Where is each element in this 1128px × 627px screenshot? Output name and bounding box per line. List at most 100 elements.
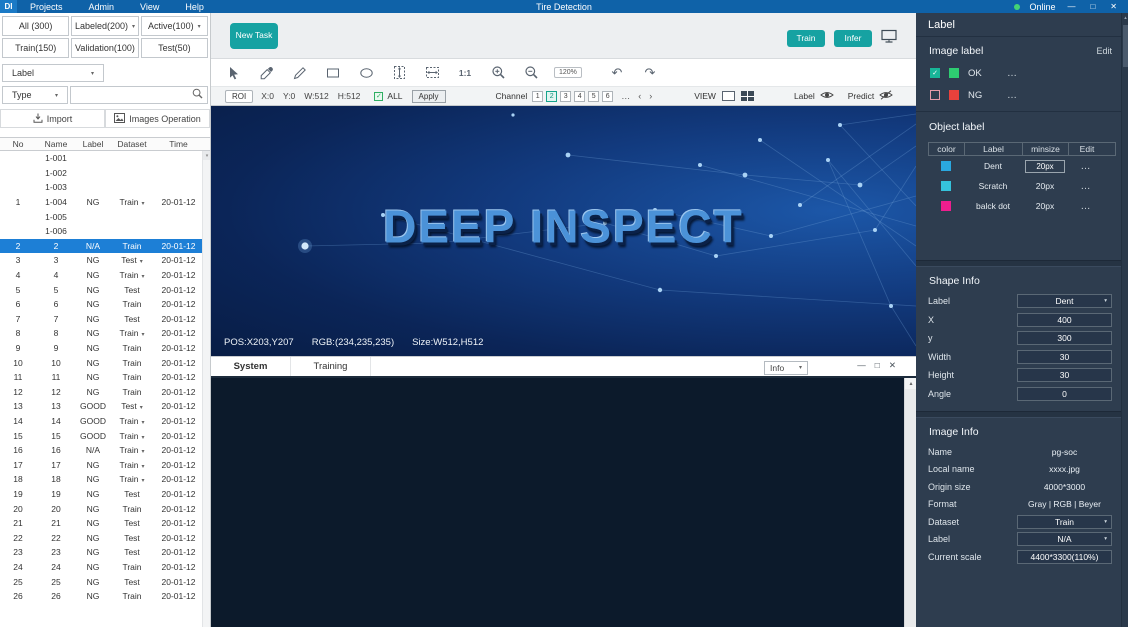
chevron-down-icon[interactable]: ▾	[142, 464, 145, 470]
table-row[interactable]: 1414GOODTrain▾20-01-12	[0, 414, 210, 429]
table-row[interactable]: 2222NGTest20-01-12	[0, 530, 210, 545]
shape-height-input[interactable]: 30	[1017, 368, 1112, 382]
type-filter-dropdown[interactable]: Type ▾	[2, 86, 68, 104]
filter-validation-100[interactable]: Validation(100)	[71, 38, 138, 58]
minsize-input[interactable]: 20px	[1025, 160, 1065, 173]
eyedropper-icon[interactable]	[257, 63, 277, 83]
image-dataset-select[interactable]: Train▾	[1017, 515, 1112, 529]
chevron-down-icon[interactable]: ▾	[140, 405, 143, 411]
table-row[interactable]: 1-002	[0, 166, 210, 181]
scrollbar-thumb[interactable]	[1123, 25, 1128, 67]
monitor-icon[interactable]	[881, 29, 897, 47]
image-label-select[interactable]: N/A▾	[1017, 532, 1112, 546]
chevron-down-icon[interactable]: ▾	[142, 478, 145, 484]
search-input[interactable]	[75, 90, 192, 100]
undo-button[interactable]: ↶	[607, 63, 627, 83]
zoom-level-box[interactable]: 120%	[554, 67, 582, 78]
chevron-down-icon[interactable]: ▾	[142, 435, 145, 441]
table-row[interactable]: 1111NGTrain20-01-12	[0, 370, 210, 385]
table-row[interactable]: 2525NGTest20-01-12	[0, 574, 210, 589]
label-filter-dropdown[interactable]: Label ▾	[2, 64, 104, 82]
panel-minimize-button[interactable]: —	[857, 360, 866, 371]
search-icon[interactable]	[192, 88, 203, 102]
chevron-down-icon[interactable]: ▾	[140, 259, 143, 265]
next-image-button[interactable]: ›	[649, 91, 652, 101]
all-checkbox[interactable]: ✓	[374, 92, 383, 101]
ellipse-tool-icon[interactable]	[356, 63, 376, 83]
table-row[interactable]: 2424NGTrain20-01-12	[0, 560, 210, 575]
tab-system[interactable]: System	[211, 357, 291, 376]
panel-maximize-button[interactable]: □	[875, 360, 880, 371]
image-label-row[interactable]: NG…	[916, 84, 1128, 106]
actual-size-button[interactable]: 1:1	[455, 63, 475, 83]
close-button[interactable]: ✕	[1107, 2, 1120, 11]
table-row[interactable]: 99NGTrain20-01-12	[0, 341, 210, 356]
column-header-name[interactable]: Name	[36, 139, 76, 149]
table-row[interactable]: 1-001	[0, 151, 210, 166]
object-label-row[interactable]: balck dot20px…	[928, 196, 1116, 216]
more-options-button[interactable]: …	[1007, 68, 1018, 79]
table-row[interactable]: 2626NGTrain20-01-12	[0, 589, 210, 604]
menu-help[interactable]: Help	[172, 2, 217, 12]
table-row[interactable]: 1717NGTrain▾20-01-12	[0, 457, 210, 472]
channel-3-button[interactable]: 3	[560, 91, 571, 102]
object-label-row[interactable]: Dent20px…	[928, 156, 1116, 176]
channel-4-button[interactable]: 4	[574, 91, 585, 102]
chevron-down-icon[interactable]: ▾	[142, 420, 145, 426]
column-header-label[interactable]: Label	[76, 139, 110, 149]
image-label-edit-button[interactable]: Edit	[1096, 46, 1112, 56]
train-button[interactable]: Train	[787, 30, 825, 47]
image-canvas[interactable]: DEEP INSPECT POS:X203,Y207 RGB:(234,235,…	[211, 106, 916, 356]
chevron-down-icon[interactable]: ▾	[142, 201, 145, 207]
chevron-up-icon[interactable]: ▴	[1122, 13, 1128, 23]
filter-active-100[interactable]: Active(100)▾	[141, 16, 208, 36]
info-dropdown[interactable]: Info ▾	[764, 361, 808, 375]
table-row[interactable]: 55NGTest20-01-12	[0, 282, 210, 297]
table-row[interactable]: 88NGTrain▾20-01-12	[0, 326, 210, 341]
table-row[interactable]: 44NGTrain▾20-01-12	[0, 268, 210, 283]
channel-6-button[interactable]: 6	[602, 91, 613, 102]
table-row[interactable]: 77NGTest20-01-12	[0, 312, 210, 327]
shape-width-input[interactable]: 30	[1017, 350, 1112, 364]
table-row[interactable]: 1010NGTrain20-01-12	[0, 355, 210, 370]
table-row[interactable]: 1818NGTrain▾20-01-12	[0, 472, 210, 487]
chevron-down-icon[interactable]: ▾	[142, 274, 145, 280]
table-row[interactable]: 1-005	[0, 209, 210, 224]
maximize-button[interactable]: □	[1087, 2, 1098, 11]
table-row[interactable]: 1313GOODTest▾20-01-12	[0, 399, 210, 414]
predict-visibility-toggle[interactable]: Predict	[848, 90, 893, 102]
channel-2-button[interactable]: 2	[546, 91, 557, 102]
table-row[interactable]: 1616N/ATrain▾20-01-12	[0, 443, 210, 458]
chevron-down-icon[interactable]: ▾	[142, 332, 145, 338]
object-label-row[interactable]: Scratch20px…	[928, 176, 1116, 196]
right-panel-scrollbar[interactable]: ▴	[1121, 13, 1128, 627]
prev-image-button[interactable]: ‹	[638, 91, 641, 101]
channel-1-button[interactable]: 1	[532, 91, 543, 102]
fit-height-icon[interactable]	[389, 63, 409, 83]
label-visibility-toggle[interactable]: Label	[794, 90, 834, 102]
tab-training[interactable]: Training	[291, 357, 371, 376]
checkbox-ng[interactable]	[930, 90, 940, 100]
fit-width-icon[interactable]	[422, 63, 442, 83]
table-row[interactable]: 11-004NGTrain▾20-01-12	[0, 195, 210, 210]
table-row[interactable]: 1-006	[0, 224, 210, 239]
more-options-button[interactable]: …	[1081, 181, 1092, 192]
table-row[interactable]: 2020NGTrain20-01-12	[0, 501, 210, 516]
table-scrollbar[interactable]: ▾	[202, 151, 210, 627]
table-row[interactable]: 1515GOODTrain▾20-01-12	[0, 428, 210, 443]
minimize-button[interactable]: —	[1064, 2, 1078, 11]
chevron-down-icon[interactable]: ▾	[203, 151, 210, 160]
console-scrollbar[interactable]: ▴	[904, 378, 916, 627]
table-row[interactable]: 1212NGTrain20-01-12	[0, 385, 210, 400]
import-button[interactable]: Import	[0, 109, 105, 128]
image-current-scale-input[interactable]: 4400*3300(110%)	[1017, 550, 1112, 564]
channel-5-button[interactable]: 5	[588, 91, 599, 102]
menu-projects[interactable]: Projects	[17, 2, 76, 12]
roi-button[interactable]: ROI	[225, 90, 253, 103]
column-header-dataset[interactable]: Dataset	[110, 139, 154, 149]
table-row[interactable]: 2121NGTest20-01-12	[0, 516, 210, 531]
filter-train-150[interactable]: Train(150)	[2, 38, 69, 58]
redo-button[interactable]: ↷	[640, 63, 660, 83]
chevron-down-icon[interactable]: ▾	[142, 449, 145, 455]
shape-label-select[interactable]: Dent▾	[1017, 294, 1112, 308]
